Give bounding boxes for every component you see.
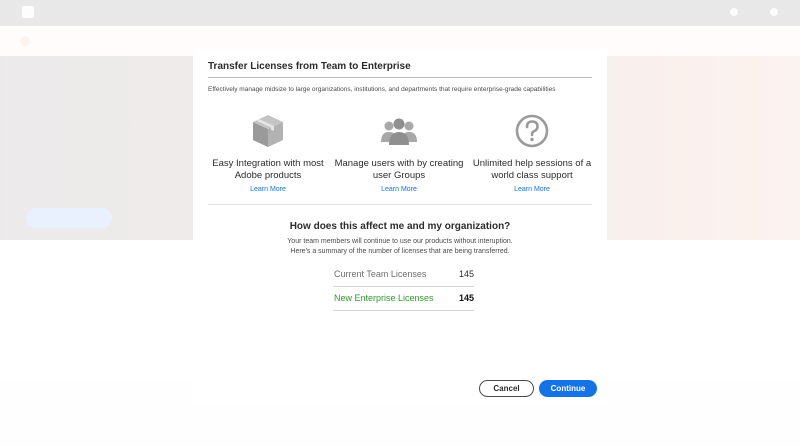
section-divider: [208, 204, 592, 205]
package-box-icon: [253, 115, 283, 147]
impact-question-heading: How does this affect me and my organizat…: [289, 221, 511, 232]
feature-label: Manage users with by creating user Group…: [334, 158, 464, 181]
cancel-button[interactable]: Cancel: [479, 380, 534, 397]
feature-help-support: Unlimited help sessions of a world class…: [464, 111, 600, 193]
current-licenses-label: Current Team Licenses: [334, 269, 427, 279]
dialog-description: Effectively manage midsize to large orga…: [208, 86, 556, 93]
feature-label: Unlimited help sessions of a world class…: [472, 158, 592, 181]
help-question-icon: [515, 114, 549, 148]
user-group-icon: [381, 118, 417, 145]
feature-label: Easy Integration with most Adobe product…: [212, 158, 324, 181]
explanation-line: Your team members will continue to use o…: [287, 238, 513, 245]
learn-more-link[interactable]: Learn More: [200, 186, 336, 193]
new-licenses-row: New Enterprise Licenses 145: [333, 288, 474, 311]
current-licenses-row: Current Team Licenses 145: [333, 264, 474, 287]
dialog-title: Transfer Licenses from Team to Enterpris…: [208, 61, 411, 72]
new-licenses-count: 145: [458, 293, 474, 303]
learn-more-link[interactable]: Learn More: [331, 186, 467, 193]
learn-more-link[interactable]: Learn More: [464, 186, 600, 193]
transfer-licenses-dialog: Transfer Licenses from Team to Enterpris…: [193, 49, 607, 404]
continue-button[interactable]: Continue: [539, 380, 597, 397]
impact-explanation: Your team members will continue to use o…: [193, 237, 607, 257]
current-licenses-count: 145: [458, 269, 474, 279]
title-divider: [208, 77, 592, 78]
explanation-line: Here's a summary of the number of licens…: [290, 248, 510, 255]
feature-integration: Easy Integration with most Adobe product…: [200, 111, 336, 193]
feature-user-groups: Manage users with by creating user Group…: [331, 111, 467, 193]
new-licenses-label: New Enterprise Licenses: [334, 293, 434, 303]
